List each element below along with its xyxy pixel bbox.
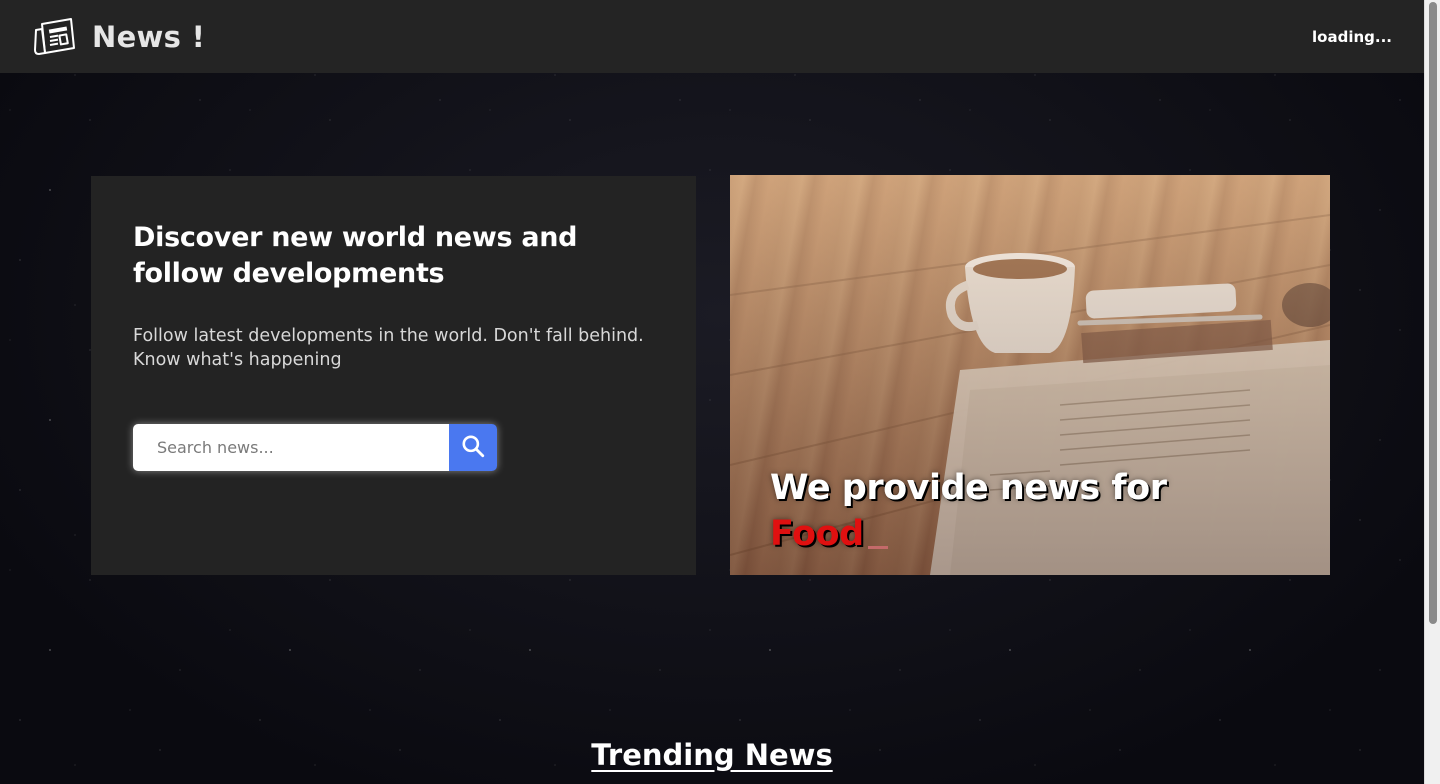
search-icon [460,433,486,462]
page-scrollbar[interactable] [1424,0,1440,784]
brand-title: News ! [92,19,206,54]
search-button[interactable] [449,424,497,471]
hero-card: Discover new world news and follow devel… [91,176,696,575]
trending-news-heading[interactable]: Trending News [0,738,1424,772]
banner-caption-topic: Food [770,511,1166,557]
search-bar [133,424,497,471]
typing-cursor [867,546,888,549]
loading-status: loading... [1312,27,1392,46]
banner-topic-word: Food [770,514,864,554]
scrollbar-thumb[interactable] [1429,2,1437,624]
hero-subtitle: Follow latest developments in the world.… [133,326,644,370]
navbar: News ! loading... [0,0,1424,73]
search-input[interactable] [133,424,449,471]
newspaper-icon [32,14,78,60]
hero-title: Discover new world news and follow devel… [133,222,578,289]
banner-caption: We provide news for Food [770,465,1167,557]
hero-banner-image: We provide news for Food [730,175,1330,575]
brand[interactable]: News ! [32,14,205,60]
banner-caption-line1: We provide news for [770,468,1167,508]
